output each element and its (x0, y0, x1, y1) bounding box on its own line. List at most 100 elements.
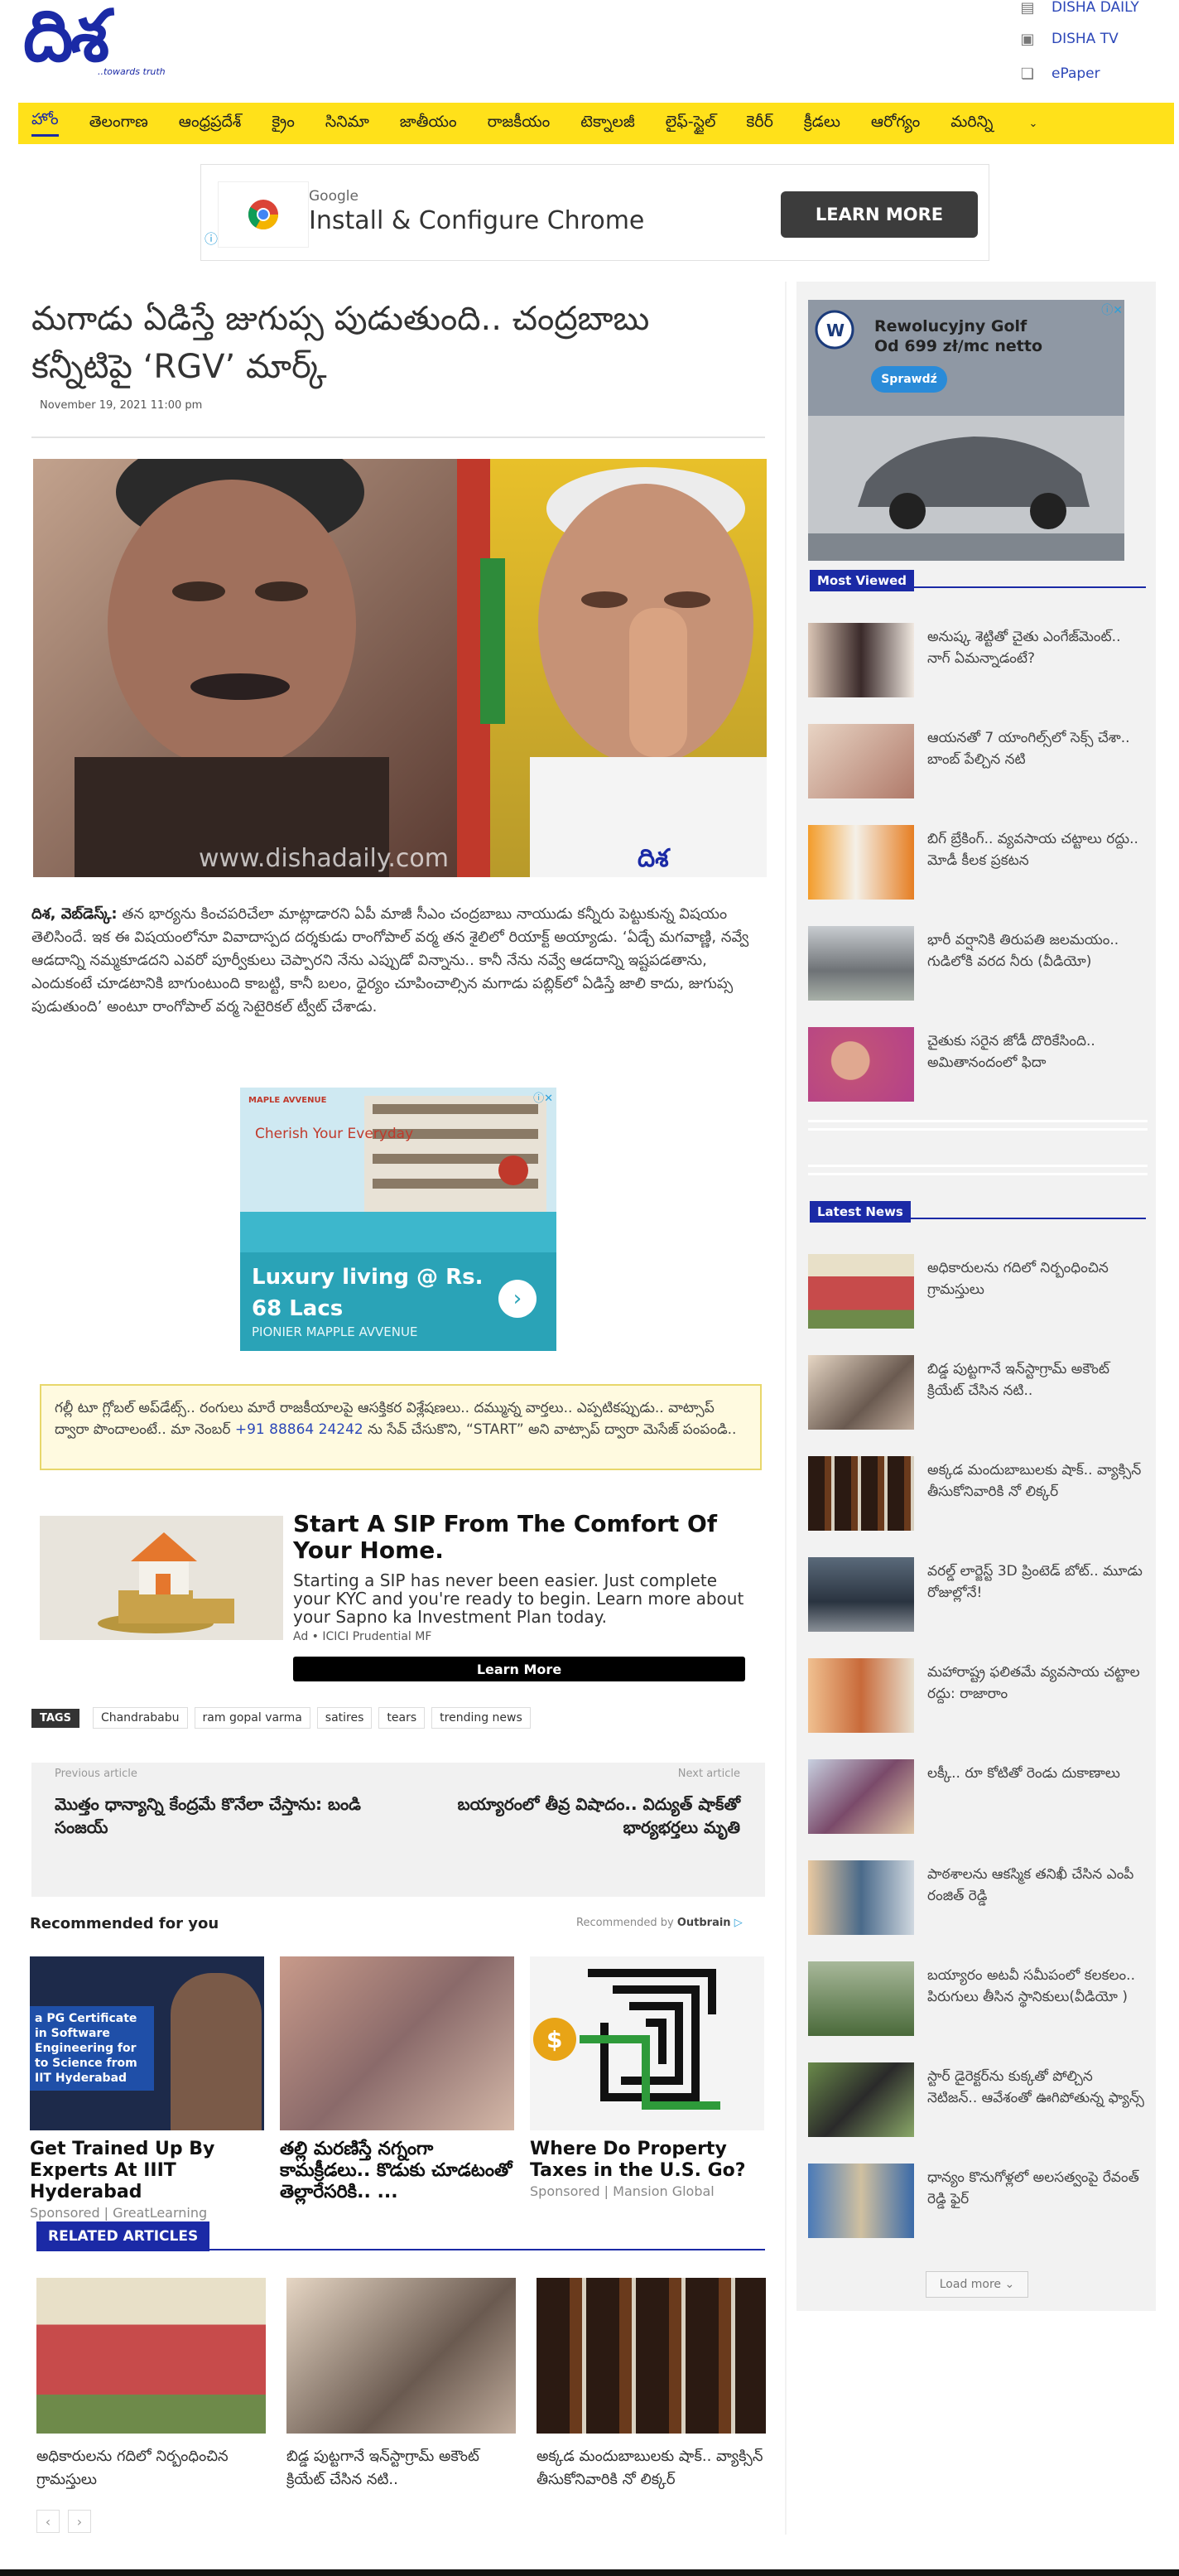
divider (808, 1165, 1148, 1167)
recommended-card[interactable]: a PG Certificate in Software Engineering… (30, 1956, 264, 2221)
nav-item-crime[interactable]: క్రైం (272, 113, 295, 135)
latest-news-title: వరల్డ్ లార్జెస్ట్ 3D ప్రింటెడ్ బోట్.. మూ… (927, 1563, 1143, 1601)
adchoices-icon[interactable]: ⓘ (205, 228, 218, 248)
disha-tv-link[interactable]: ▣ DISHA TV (1015, 30, 1118, 48)
tag-link[interactable]: Chandrababu (92, 1707, 188, 1729)
load-more-button[interactable]: Load more ⌄ (926, 2271, 1028, 2298)
latest-news-item[interactable]: వరల్డ్ లార్జెస్ట్ 3D ప్రింటెడ్ బోట్.. మూ… (808, 1557, 1148, 1640)
nav-item-politics[interactable]: రాజకీయం (488, 113, 551, 135)
tag-link[interactable]: ram gopal varma (194, 1707, 310, 1729)
recommended-image: a PG Certificate in Software Engineering… (30, 1956, 264, 2130)
disha-daily-link[interactable]: ▤ DISHA DAILY (1015, 0, 1138, 17)
nav-item-national[interactable]: జాతీయం (400, 113, 457, 135)
tags-label: TAGS (31, 1708, 79, 1728)
related-image (36, 2278, 266, 2434)
ad-title: Install & Configure Chrome (309, 206, 645, 235)
latest-news-item[interactable]: లక్కీ.. రూ కోటితో రెండు దుకాణాలు (808, 1759, 1148, 1842)
recommended-source: Sponsored | Mansion Global (530, 2183, 715, 2199)
article-date: November 19, 2021 11:00 pm (40, 399, 203, 412)
nav-item-more[interactable]: మరిన్ని ⌄ (950, 113, 1068, 135)
latest-news-thumb (808, 1961, 914, 2036)
nav-item-sports[interactable]: క్రీడలు (804, 113, 840, 135)
most-viewed-item[interactable]: చైతుకు సరైన జోడీ దొరికేసింది.. అమితానందం… (808, 1027, 1148, 1110)
most-viewed-item[interactable]: అనుష్క శెట్టితో చైతు ఎంగేజ్‌మెంట్.. నాగ్… (808, 623, 1148, 706)
sip-ad-title: Start A SIP From The Comfort Of Your Hom… (293, 1510, 718, 1564)
divider (808, 1128, 1148, 1131)
most-viewed-title: అనుష్క శెట్టితో చైతు ఎంగేజ్‌మెంట్.. నాగ్… (927, 629, 1121, 667)
recommended-title: తల్లి మరణిస్తే నగ్నంగా కామక్రీడలు.. కొడు… (280, 2139, 513, 2202)
recommended-card[interactable]: $ Where Do Property Taxes in the U.S. Go… (530, 1956, 764, 2199)
epaper-icon: ❏ (1020, 65, 1035, 83)
notice-phone[interactable]: +91 88864 24242 (235, 1421, 363, 1438)
nav-item-cinema[interactable]: సినిమా (325, 113, 369, 135)
sidebar-car-ad[interactable]: W Rewolucyjny Golf Od 699 zł/mc netto Spr… (808, 300, 1124, 561)
ad-close-icon[interactable]: ⓘ✕ (533, 1089, 553, 1105)
ad-close-icon[interactable]: ⓘ✕ (1101, 301, 1123, 318)
nav-item-home[interactable]: హోం (31, 110, 59, 137)
sip-ad[interactable]: Start A SIP From The Comfort Of Your Hom… (40, 1510, 760, 1681)
most-viewed-thumb (808, 825, 914, 900)
latest-news-item[interactable]: ధాన్యం కొనుగోళ్లలో అలసత్వంపై రేవంత్ రెడ్… (808, 2164, 1148, 2246)
tv-icon: ▣ (1020, 30, 1035, 48)
recommended-image: $ (530, 1956, 764, 2130)
tag-link[interactable]: trending news (431, 1707, 531, 1729)
most-viewed-thumb (808, 724, 914, 798)
latest-news-title: బిడ్డ పుట్టగానే ఇన్‌స్టాగ్రామ్ అకౌంట్ క్… (927, 1361, 1110, 1399)
recommended-card[interactable]: తల్లి మరణిస్తే నగ్నంగా కామక్రీడలు.. కొడు… (280, 1956, 514, 2203)
latest-news-item[interactable]: బిడ్డ పుట్టగానే ఇన్‌స్టాగ్రామ్ అకౌంట్ క్… (808, 1355, 1148, 1438)
latest-news-item[interactable]: బయ్యారం అటవీ సమీపంలో కలకలం.. పిరుగులు తీ… (808, 1961, 1148, 2044)
nav-item-lifestyle[interactable]: లైఫ్-స్టైల్ (666, 113, 716, 135)
recommended-header: Recommended for you Recommended by Outbr… (30, 1915, 765, 1932)
logo-tagline: ..towards truth (98, 66, 166, 77)
sip-learn-more-button[interactable]: Learn More (293, 1657, 745, 1681)
property-ad[interactable]: Cherish Your Everyday MAPLE AVVENUE ⓘ✕ L… (240, 1088, 556, 1351)
nav-item-technology[interactable]: టెక్నాలజీ (580, 113, 634, 135)
pager-prev-button[interactable]: ‹ (36, 2510, 60, 2533)
related-card[interactable]: బిడ్డ పుట్టగానే ఇన్‌స్టాగ్రామ్ అకౌంట్ క్… (286, 2278, 516, 2492)
ad-tagline: Cherish Your Everyday (255, 1126, 414, 1142)
article-hero-image: www.dishadaily.com దిశ (33, 459, 767, 877)
latest-news-thumb (808, 1759, 914, 1834)
related-card[interactable]: అక్కడ మందుబాబులకు షాక్.. వ్యాక్సిన్ తీసు… (537, 2278, 766, 2492)
latest-news-item[interactable]: స్టార్ డైరెక్టర్‌ను కుక్కతో పోల్చిన నెటి… (808, 2062, 1148, 2145)
car-ad-price: Od 699 zł/mc netto (874, 337, 1042, 355)
footer-bar (0, 2569, 1179, 2576)
latest-news-thumb (808, 1456, 914, 1531)
latest-news-title: మహారాష్ట్ర ఫలితమే వ్యవసాయ చట్టాల రద్దు: … (927, 1664, 1140, 1702)
car-ad-button[interactable]: Sprawdź (871, 366, 947, 393)
next-article-link[interactable]: బయ్యారంలో తీవ్ర విషాదం.. విద్యుత్ షాక్‌త… (409, 1792, 740, 1839)
related-card[interactable]: అధికారులను గదిలో నిర్బంధించిన గ్రామస్తుల… (36, 2278, 266, 2492)
site-logo[interactable]: దిశ ..towards truth (23, 0, 168, 83)
outbrain-credit[interactable]: Recommended by Outbrain ▷ (576, 1917, 743, 1929)
chevron-down-icon: ⌄ (1028, 117, 1038, 130)
nav-item-career[interactable]: కెరీర్ (746, 113, 772, 135)
most-viewed-item[interactable]: భారీ వర్షానికి తిరుపతి జలమయం.. గుడిలోకి … (808, 926, 1148, 1009)
latest-news-item[interactable]: అక్కడ మందుబాబులకు షాక్.. వ్యాక్సిన్ తీసు… (808, 1456, 1148, 1539)
latest-news-item[interactable]: మహారాష్ట్ర ఫలితమే వ్యవసాయ చట్టాల రద్దు: … (808, 1658, 1148, 1741)
previous-article-label: Previous article (55, 1768, 137, 1780)
ad-learn-more-button[interactable]: LEARN MORE (781, 191, 978, 238)
related-title: బిడ్డ పుట్టగానే ఇన్‌స్టాగ్రామ్ అకౌంట్ క్… (286, 2448, 479, 2488)
tag-link[interactable]: satires (316, 1707, 373, 1729)
chevron-right-icon[interactable]: › (498, 1280, 537, 1318)
tag-link[interactable]: tears (378, 1707, 426, 1729)
most-viewed-title: ఆయనతో 7 యాంగిల్స్‌లో సెక్స్ చేశా.. బాంబ్… (927, 730, 1130, 768)
latest-news-item[interactable]: అధికారులను గదిలో నిర్బంధించిన గ్రామస్తుల… (808, 1254, 1148, 1337)
nav-item-andhra[interactable]: ఆంధ్రప్రదేశ్ (179, 113, 242, 135)
most-viewed-item[interactable]: బిగ్ బ్రేకింగ్.. వ్యవసాయ చట్టాలు రద్దు..… (808, 825, 1148, 908)
nav-item-health[interactable]: ఆరోగ్యం (871, 113, 920, 135)
epaper-link[interactable]: ❏ ePaper (1015, 65, 1100, 83)
top-banner-ad[interactable]: Google Install & Configure Chrome LEARN … (200, 164, 989, 261)
newspaper-icon: ▤ (1020, 0, 1035, 17)
most-viewed-item[interactable]: ఆయనతో 7 యాంగిల్స్‌లో సెక్స్ చేశా.. బాంబ్… (808, 724, 1148, 807)
recommended-image-text: a PG Certificate in Software Engineering… (30, 2006, 154, 2091)
latest-news-thumb (808, 2062, 914, 2137)
car-ad-text: Rewolucyjny Golf Od 699 zł/mc netto (874, 316, 1042, 356)
article-body-text: తన భార్యను కించపరిచేలా మాట్లాడారని ఏపీ మ… (31, 905, 749, 1015)
previous-article-link[interactable]: మొత్తం ధాన్యాన్ని కేంద్రమే కొనేలా చేస్తా… (55, 1792, 361, 1839)
prev-next-articles: Previous article మొత్తం ధాన్యాన్ని కేంద్… (31, 1763, 765, 1897)
nav-item-telangana[interactable]: తెలంగాణ (89, 113, 148, 135)
most-viewed-thumb (808, 623, 914, 697)
pager-next-button[interactable]: › (68, 2510, 91, 2533)
latest-news-item[interactable]: పాఠశాలను ఆకస్మిక తనిఖీ చేసిన ఎంపీ రంజిత్… (808, 1860, 1148, 1943)
